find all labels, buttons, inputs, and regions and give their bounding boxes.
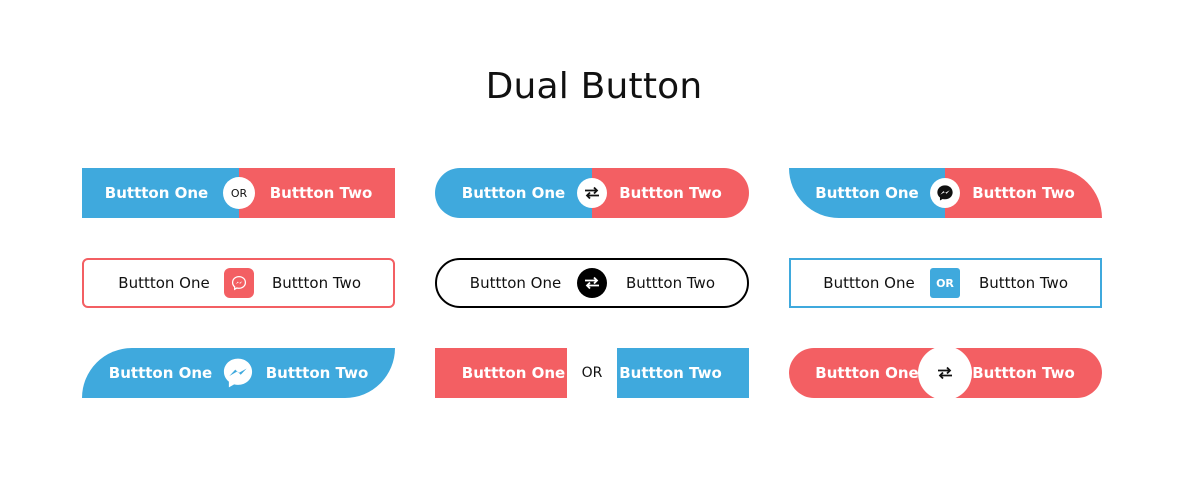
button-one[interactable]: Buttton One bbox=[84, 260, 240, 306]
button-two-label: Buttton Two bbox=[271, 274, 362, 292]
button-two[interactable]: Buttton Two bbox=[239, 168, 395, 218]
or-label: OR bbox=[230, 186, 248, 200]
messenger-icon bbox=[223, 358, 253, 388]
button-one[interactable]: Buttton One bbox=[82, 168, 239, 218]
button-two-label: Buttton Two bbox=[269, 184, 373, 202]
swap-arrows-icon bbox=[938, 366, 952, 380]
dual-button-7: Buttton One Buttton Two bbox=[82, 348, 395, 398]
dual-button-9: Buttton One Buttton Two bbox=[789, 348, 1102, 398]
button-two-label: Buttton Two bbox=[978, 274, 1069, 292]
button-one[interactable]: Buttton One bbox=[435, 168, 592, 218]
button-one[interactable]: Buttton One bbox=[437, 260, 594, 306]
button-two-label: Buttton Two bbox=[619, 364, 722, 382]
page-title: Dual Button bbox=[485, 66, 703, 107]
dual-button-3: Buttton One Buttton Two bbox=[789, 168, 1102, 218]
button-two-label: Buttton Two bbox=[625, 274, 716, 292]
messenger-badge bbox=[224, 268, 254, 298]
button-two[interactable]: Buttton Two bbox=[945, 168, 1102, 218]
dual-button-4: Buttton One Buttton Two bbox=[82, 258, 395, 308]
button-one[interactable]: Buttton One bbox=[435, 348, 567, 398]
button-one-label: Buttton One bbox=[815, 364, 919, 382]
dual-button-8: Buttton One OR Buttton Two bbox=[435, 348, 749, 398]
button-two[interactable]: Buttton Two bbox=[239, 348, 395, 398]
button-one[interactable]: Buttton One bbox=[82, 348, 239, 398]
or-label: OR bbox=[581, 365, 603, 381]
button-one[interactable]: Buttton One bbox=[789, 168, 945, 218]
button-one-label: Buttton One bbox=[108, 364, 213, 382]
swap-badge bbox=[577, 268, 607, 298]
or-badge: OR bbox=[223, 177, 255, 209]
button-two[interactable]: Buttton Two bbox=[947, 260, 1100, 306]
dual-button-6: Buttton One Buttton Two OR bbox=[789, 258, 1102, 308]
button-one-label: Buttton One bbox=[815, 184, 919, 202]
swap-arrows-icon bbox=[585, 276, 599, 290]
button-two-label: Buttton Two bbox=[972, 364, 1075, 382]
button-one-label: Buttton One bbox=[104, 184, 209, 202]
button-two-label: Buttton Two bbox=[619, 184, 722, 202]
dual-button-1: Buttton One Buttton Two OR bbox=[82, 168, 395, 218]
swap-arrows-icon bbox=[585, 186, 599, 200]
button-two-label: Buttton Two bbox=[265, 364, 369, 382]
swap-badge bbox=[918, 348, 972, 398]
messenger-badge bbox=[222, 357, 254, 389]
dual-button-5: Buttton One Buttton Two bbox=[435, 258, 749, 308]
button-one-label: Buttton One bbox=[823, 274, 915, 292]
button-two-label: Buttton Two bbox=[972, 184, 1075, 202]
button-one-label: Buttton One bbox=[461, 184, 566, 202]
messenger-icon bbox=[231, 275, 247, 291]
or-separator: OR bbox=[567, 348, 617, 398]
button-two[interactable]: Buttton Two bbox=[240, 260, 393, 306]
button-two[interactable]: Buttton Two bbox=[594, 260, 747, 306]
button-two[interactable]: Buttton Two bbox=[592, 168, 749, 218]
button-one-label: Buttton One bbox=[461, 364, 566, 382]
or-badge: OR bbox=[930, 268, 960, 298]
button-one-label: Buttton One bbox=[469, 274, 562, 292]
or-label: OR bbox=[936, 276, 954, 290]
button-two[interactable]: Buttton Two bbox=[617, 348, 749, 398]
dual-button-2: Buttton One Buttton Two bbox=[435, 168, 749, 218]
button-one[interactable]: Buttton One bbox=[791, 260, 947, 306]
button-one-label: Buttton One bbox=[118, 274, 210, 292]
messenger-badge bbox=[930, 178, 960, 208]
swap-badge bbox=[577, 178, 607, 208]
messenger-icon bbox=[937, 185, 953, 201]
